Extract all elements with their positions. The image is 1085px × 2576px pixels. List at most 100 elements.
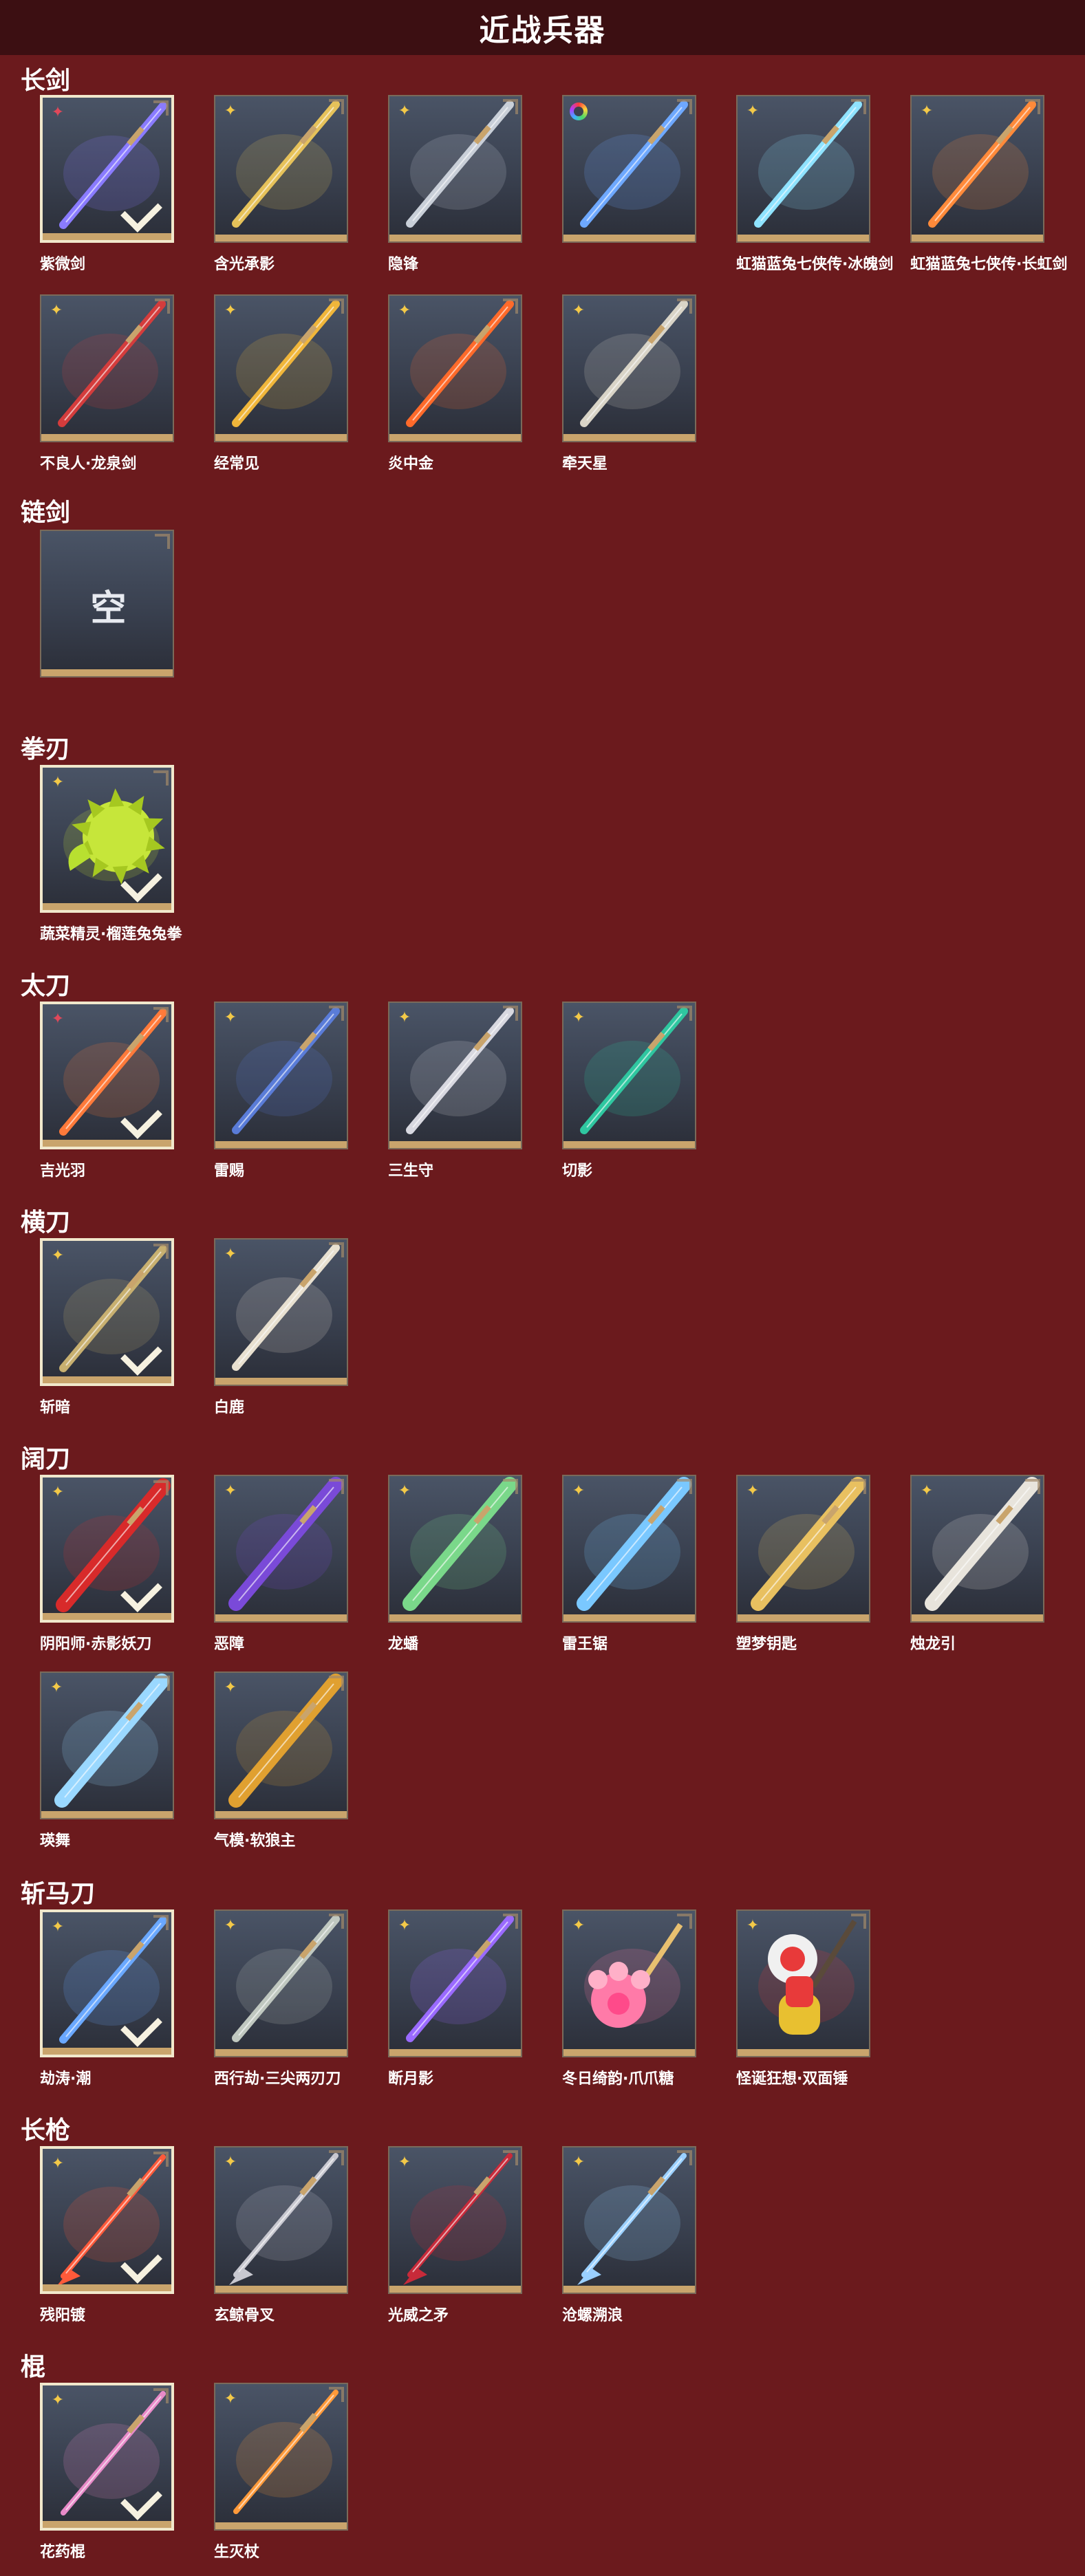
weapon-card[interactable]: 空 <box>40 530 174 686</box>
weapon-card[interactable]: ✦ 塑梦钥匙 <box>736 1475 870 1653</box>
weapon-thumbnail[interactable]: ✦ <box>214 1475 348 1623</box>
rarity-gold-icon: ✦ <box>398 302 411 319</box>
weapon-card[interactable]: ✦ 白鹿 <box>214 1238 348 1416</box>
weapon-card[interactable]: ✦ 冬日绮韵·爪爪糖 <box>562 1909 696 2088</box>
weapon-thumbnail[interactable]: ✦ <box>388 294 522 442</box>
weapon-thumbnail[interactable]: ✦ <box>388 1002 522 1149</box>
weapon-thumbnail[interactable]: ✦ <box>214 294 348 442</box>
corner-bracket-icon <box>329 299 344 314</box>
rarity-gold-icon: ✦ <box>398 1009 411 1026</box>
weapon-card[interactable]: ✦ 瑛舞 <box>40 1671 174 1850</box>
weapon-card[interactable]: ✦ 经常见 <box>214 294 348 473</box>
weapon-card[interactable]: ✦ 炎中金 <box>388 294 522 473</box>
weapon-card[interactable]: ✦ 怪诞狂想·双面锤 <box>736 1909 870 2088</box>
weapon-card[interactable]: ✦ 气模·软狼主 <box>214 1671 348 1850</box>
weapon-card[interactable]: ✦ 生灭杖 <box>214 2383 348 2561</box>
weapon-thumbnail[interactable]: ✦ <box>736 95 870 243</box>
weapon-card[interactable]: ✦ 雷赐 <box>214 1002 348 1180</box>
corner-bracket-icon <box>677 2150 692 2165</box>
weapon-card[interactable]: ✦ 阴阳师·赤影妖刀 <box>40 1475 174 1653</box>
weapon-thumbnail[interactable]: ✦ <box>40 1475 174 1623</box>
weapon-thumbnail[interactable]: ✦ <box>388 1909 522 2057</box>
rarity-gold-icon: ✦ <box>51 1918 65 1936</box>
weapon-card[interactable]: ✦ 虹猫蓝兔七侠传·冰魄剑 <box>736 95 893 273</box>
weapon-thumbnail[interactable]: ✦ <box>40 2146 174 2294</box>
weapon-card[interactable] <box>562 95 696 252</box>
rarity-gold-icon: ✦ <box>920 102 934 120</box>
weapon-card[interactable]: ✦ 不良人·龙泉剑 <box>40 294 174 473</box>
rarity-gold-icon: ✦ <box>50 1679 63 1696</box>
weapon-card[interactable]: ✦ 蔬菜精灵·榴莲兔兔拳 <box>40 765 182 943</box>
weapon-card[interactable]: ✦ 雷王锯 <box>562 1475 696 1653</box>
weapon-thumbnail[interactable]: ✦ <box>388 2146 522 2294</box>
page-title: 近战兵器 <box>479 13 606 48</box>
weapon-thumbnail[interactable]: ✦ <box>214 2146 348 2294</box>
weapon-thumbnail[interactable]: ✦ <box>562 294 696 442</box>
weapon-card[interactable]: ✦ 含光承影 <box>214 95 348 273</box>
weapon-card[interactable]: ✦ 牵天星 <box>562 294 696 473</box>
weapon-card[interactable]: ✦ 吉光羽 <box>40 1002 174 1180</box>
category-title: 长枪 <box>21 2117 71 2145</box>
weapon-card[interactable]: ✦ 隐锋 <box>388 95 522 273</box>
weapon-card[interactable]: ✦ 花药棍 <box>40 2383 174 2561</box>
weapon-card[interactable]: ✦ 切影 <box>562 1002 696 1180</box>
weapon-card[interactable]: ✦ 断月影 <box>388 1909 522 2088</box>
weapon-card[interactable]: ✦ 光威之矛 <box>388 2146 522 2324</box>
corner-bracket-icon <box>503 1006 518 1021</box>
weapon-thumbnail[interactable]: ✦ <box>562 1909 696 2057</box>
weapon-thumbnail[interactable]: ✦ <box>40 1909 174 2057</box>
weapon-thumbnail[interactable] <box>562 95 696 243</box>
title-bar: 近战兵器 <box>0 0 1085 55</box>
weapon-thumbnail[interactable]: ✦ <box>40 1002 174 1149</box>
weapon-thumbnail[interactable]: ✦ <box>214 2383 348 2531</box>
corner-bracket-icon <box>677 299 692 314</box>
weapon-thumbnail[interactable]: ✦ <box>214 95 348 243</box>
weapon-thumbnail[interactable]: ✦ <box>562 2146 696 2294</box>
corner-bracket-icon <box>153 1244 169 1259</box>
weapon-thumbnail[interactable]: ✦ <box>40 95 174 243</box>
weapon-thumbnail[interactable]: ✦ <box>214 1671 348 1819</box>
weapon-card[interactable]: ✦ 劫涛·潮 <box>40 1909 174 2088</box>
weapon-card[interactable]: ✦ 沧螺溯浪 <box>562 2146 696 2324</box>
weapon-thumbnail[interactable]: ✦ <box>736 1475 870 1623</box>
weapon-card[interactable]: ✦ 西行劫·三尖两刃刀 <box>214 1909 348 2088</box>
weapon-name: 沧螺溯浪 <box>562 2307 623 2324</box>
weapon-name: 虹猫蓝兔七侠传·冰魄剑 <box>736 256 894 273</box>
weapon-thumbnail[interactable]: ✦ <box>736 1909 870 2057</box>
weapon-thumbnail[interactable]: ✦ <box>388 1475 522 1623</box>
weapon-card[interactable]: ✦ 紫微剑 <box>40 95 174 273</box>
weapon-thumbnail[interactable]: ✦ <box>214 1909 348 2057</box>
rarity-gold-icon: ✦ <box>746 102 760 120</box>
weapon-thumbnail[interactable]: ✦ <box>40 765 174 913</box>
weapon-name: 蔬菜精灵·榴莲兔兔拳 <box>40 926 182 943</box>
weapon-thumbnail[interactable]: ✦ <box>562 1002 696 1149</box>
weapon-card[interactable]: ✦ 残阳镀 <box>40 2146 174 2324</box>
weapon-thumbnail[interactable]: ✦ <box>910 1475 1044 1623</box>
weapon-card[interactable]: ✦ 虹猫蓝兔七侠传·长虹剑 <box>910 95 1067 273</box>
weapon-thumbnail[interactable]: ✦ <box>388 95 522 243</box>
weapon-card[interactable]: ✦ 三生守 <box>388 1002 522 1180</box>
weapon-thumbnail[interactable]: ✦ <box>214 1002 348 1149</box>
weapon-thumbnail[interactable]: ✦ <box>40 2383 174 2531</box>
weapon-card[interactable]: ✦ 龙蟠 <box>388 1475 522 1653</box>
weapon-thumbnail[interactable]: ✦ <box>40 1238 174 1386</box>
weapon-thumbnail[interactable]: ✦ <box>40 294 174 442</box>
rarity-rainbow-icon <box>570 102 588 120</box>
rarity-red-icon: ✦ <box>51 1010 65 1028</box>
weapon-thumbnail[interactable]: ✦ <box>40 1671 174 1819</box>
weapon-thumbnail[interactable]: ✦ <box>562 1475 696 1623</box>
weapon-thumbnail[interactable]: ✦ <box>214 1238 348 1386</box>
weapon-card[interactable]: ✦ 恶障 <box>214 1475 348 1653</box>
weapon-card[interactable]: ✦ 斩暗 <box>40 1238 174 1416</box>
weapon-card[interactable]: ✦ 烛龙引 <box>910 1475 1044 1653</box>
rarity-gold-icon: ✦ <box>572 1917 586 1934</box>
weapon-thumbnail[interactable]: ✦ <box>910 95 1044 243</box>
rarity-gold-icon: ✦ <box>398 2154 411 2171</box>
weapon-card[interactable]: ✦ 玄鲸骨叉 <box>214 2146 348 2324</box>
weapon-name: 切影 <box>562 1162 593 1180</box>
weapon-thumbnail[interactable]: 空 <box>40 530 174 678</box>
corner-bracket-icon <box>329 1006 344 1021</box>
rarity-gold-icon: ✦ <box>51 1484 65 1501</box>
category-title: 阔刀 <box>21 1445 71 1473</box>
corner-bracket-icon <box>155 1676 170 1691</box>
